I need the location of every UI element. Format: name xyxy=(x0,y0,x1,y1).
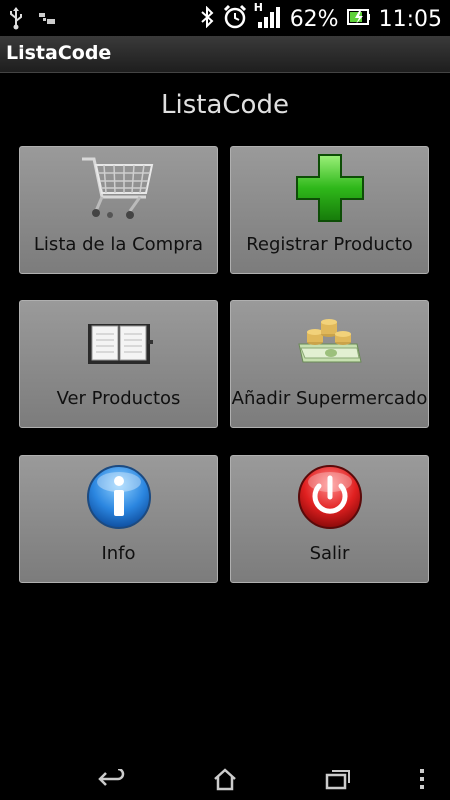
info-icon xyxy=(79,462,159,532)
sim-toolkit-icon xyxy=(38,10,56,30)
navigation-bar xyxy=(0,756,450,800)
app-title: ListaCode xyxy=(6,42,112,64)
anadir-supermercado-button[interactable]: Añadir Supermercado xyxy=(230,300,429,428)
battery-percent: 62% xyxy=(289,6,339,32)
tile-label: Info xyxy=(101,543,136,564)
alarm-icon xyxy=(222,4,248,34)
clock: 11:05 xyxy=(378,6,442,32)
power-icon xyxy=(290,462,370,532)
page-title: ListaCode xyxy=(161,90,289,120)
registrar-producto-button[interactable]: Registrar Producto xyxy=(230,146,429,274)
tile-label: Registrar Producto xyxy=(246,234,413,255)
money-icon xyxy=(290,307,370,377)
green-plus-icon xyxy=(290,153,370,223)
salir-button[interactable]: Salir xyxy=(230,455,429,583)
home-icon[interactable] xyxy=(205,764,245,794)
info-button[interactable]: Info xyxy=(19,455,218,583)
shopping-cart-icon xyxy=(79,153,159,223)
ver-productos-button[interactable]: Ver Productos xyxy=(19,300,218,428)
status-bar: H 62% 11:05 xyxy=(0,0,450,36)
usb-icon xyxy=(8,6,24,34)
bluetooth-icon xyxy=(200,5,214,32)
tile-label: Lista de la Compra xyxy=(33,234,204,255)
action-bar: ListaCode xyxy=(0,36,450,73)
recent-apps-icon[interactable] xyxy=(318,764,358,794)
network-type-label: H xyxy=(253,1,263,14)
tile-label: Añadir Supermercado xyxy=(231,388,428,409)
signal-icon: H xyxy=(254,1,282,33)
tile-label: Ver Productos xyxy=(56,388,181,409)
menu-icon[interactable] xyxy=(402,764,442,794)
lista-compra-button[interactable]: Lista de la Compra xyxy=(19,146,218,274)
open-book-icon xyxy=(79,307,159,377)
battery-icon xyxy=(346,8,371,30)
tile-label: Salir xyxy=(309,543,350,564)
back-icon[interactable] xyxy=(92,764,132,794)
